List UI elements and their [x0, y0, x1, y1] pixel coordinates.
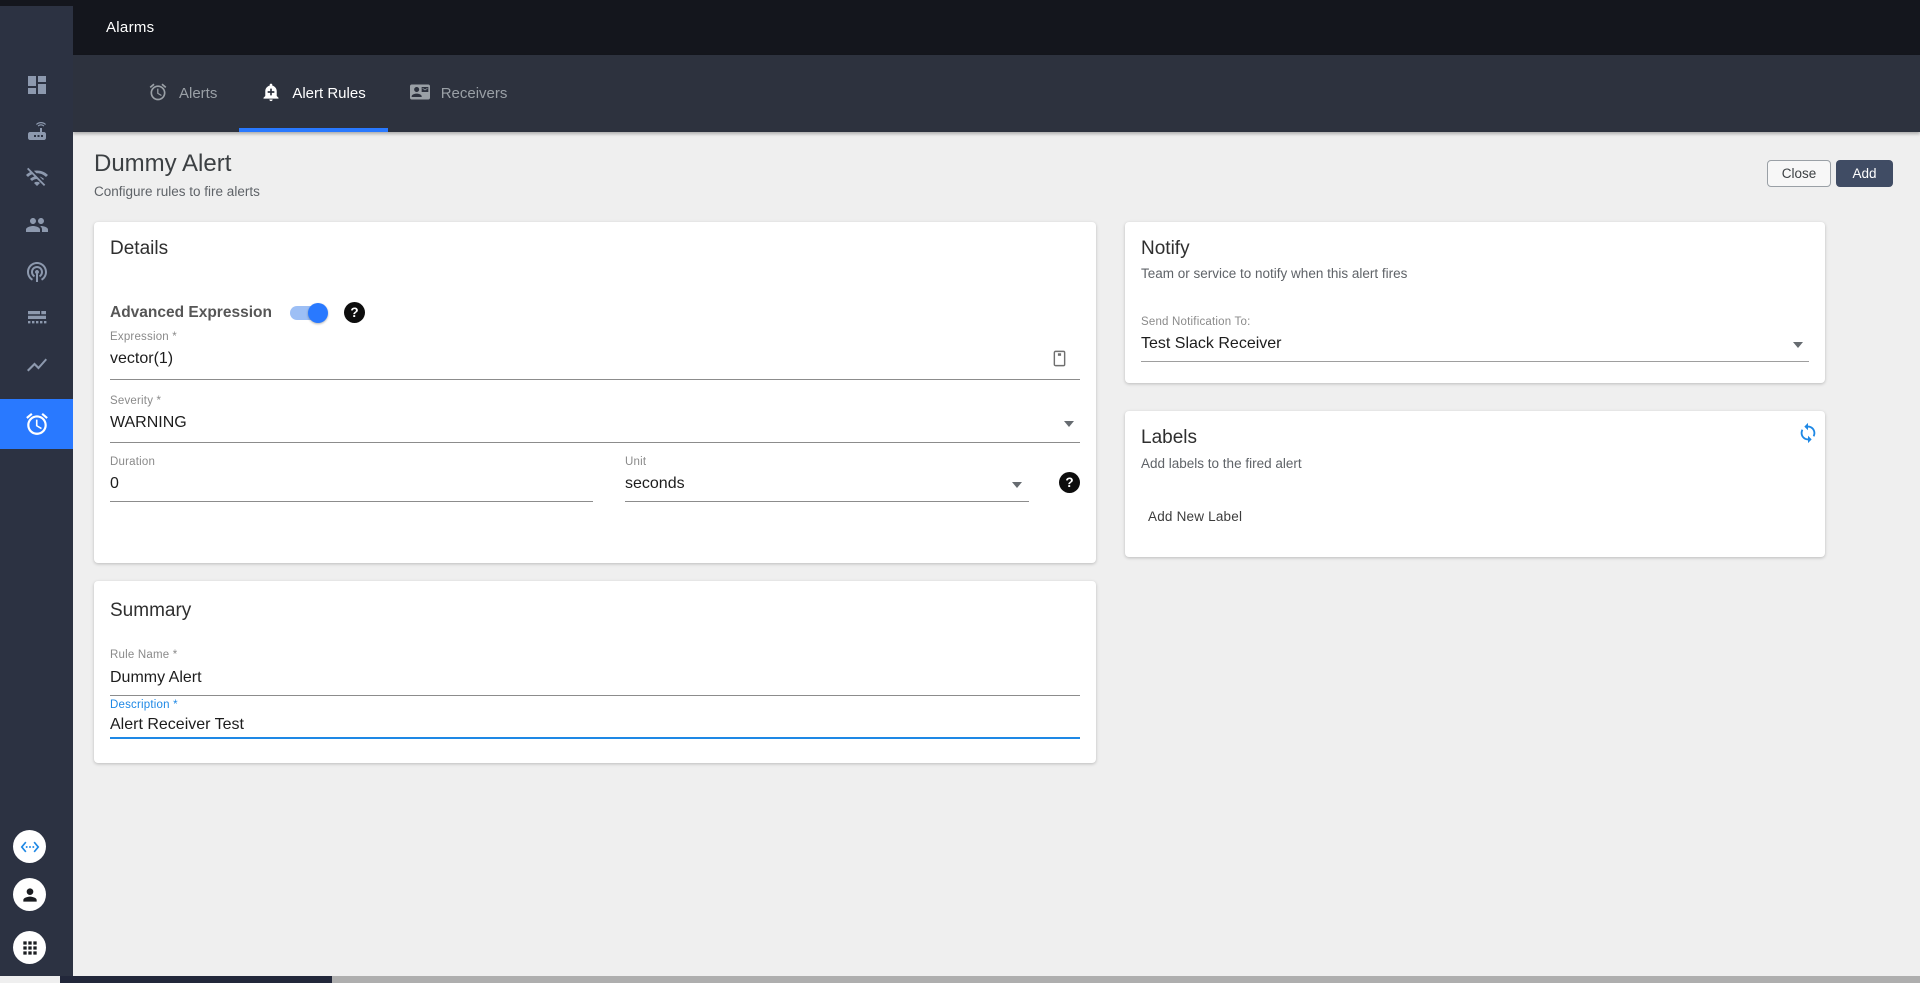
account-icon[interactable] — [13, 878, 46, 911]
tab-alerts[interactable]: Alerts — [126, 55, 239, 132]
receiver-select[interactable]: Test Slack Receiver — [1141, 335, 1282, 353]
notify-title: Notify — [1141, 238, 1190, 259]
tab-bar: Alerts Alert Rules Receivers — [73, 55, 1920, 132]
severity-label: Severity * — [110, 395, 162, 407]
tab-alerts-label: Alerts — [179, 85, 218, 102]
topbar: Alarms — [0, 0, 1920, 55]
rule-name-input[interactable]: Dummy Alert — [110, 669, 202, 687]
advanced-expression-toggle[interactable] — [289, 302, 328, 323]
sync-icon[interactable] — [1797, 422, 1819, 449]
duration-input[interactable]: 0 — [110, 475, 119, 493]
expression-label: Expression * — [110, 331, 177, 343]
unit-label: Unit — [625, 456, 647, 468]
severity-underline — [110, 442, 1080, 443]
apps-grid-icon[interactable] — [13, 931, 46, 964]
notify-subtitle: Team or service to notify when this aler… — [1141, 266, 1408, 281]
tab-alert-rules[interactable]: Alert Rules — [239, 55, 389, 132]
duration-underline — [110, 501, 593, 502]
sidebar — [0, 6, 73, 976]
severity-select[interactable]: WARNING — [110, 414, 187, 432]
add-button[interactable]: Add — [1836, 160, 1893, 187]
alarm-icon[interactable] — [0, 399, 73, 449]
users-icon[interactable] — [0, 201, 73, 249]
code-brackets-icon[interactable] — [13, 830, 46, 863]
severity-caret-icon[interactable] — [1064, 421, 1074, 427]
clipboard-icon[interactable] — [1050, 349, 1069, 373]
duration-label: Duration — [110, 456, 156, 468]
description-label: Description * — [110, 699, 178, 711]
unit-underline — [625, 501, 1029, 502]
description-underline-focused — [110, 737, 1080, 739]
tab-receivers[interactable]: Receivers — [388, 55, 530, 132]
page-title: Dummy Alert — [94, 150, 232, 177]
tab-alert-rules-label: Alert Rules — [292, 85, 366, 102]
rule-name-underline — [110, 695, 1080, 696]
bell-plus-icon — [261, 82, 281, 106]
close-button[interactable]: Close — [1767, 160, 1831, 187]
storage-rows-icon[interactable] — [0, 294, 73, 342]
labels-subtitle: Add labels to the fired alert — [1141, 456, 1302, 471]
duration-help-icon[interactable]: ? — [1059, 472, 1080, 493]
details-card: Details Advanced Expression ? Expression… — [94, 222, 1096, 563]
summary-title: Summary — [110, 600, 192, 621]
labels-card: Labels Add labels to the fired alert Add… — [1125, 411, 1825, 557]
podcasts-icon[interactable] — [0, 248, 73, 296]
horizontal-scrollbar-thumb[interactable] — [60, 976, 332, 983]
tab-receivers-label: Receivers — [440, 85, 508, 102]
summary-card: Summary Rule Name * Dummy Alert Descript… — [94, 581, 1096, 763]
notify-card: Notify Team or service to notify when th… — [1125, 222, 1825, 383]
unit-caret-icon[interactable] — [1012, 482, 1022, 488]
receiver-caret-icon[interactable] — [1793, 342, 1803, 348]
horizontal-scrollbar[interactable] — [60, 976, 1920, 983]
dashboard-icon[interactable] — [0, 61, 73, 109]
description-input[interactable]: Alert Receiver Test — [110, 716, 244, 734]
receiver-underline — [1141, 361, 1809, 362]
expression-underline — [110, 379, 1080, 380]
page-subtitle: Configure rules to fire alerts — [94, 184, 260, 199]
details-title: Details — [110, 238, 169, 259]
unit-select[interactable]: seconds — [625, 475, 685, 493]
expression-input[interactable]: vector(1) — [110, 350, 173, 368]
labels-title: Labels — [1141, 427, 1197, 448]
alarm-clock-icon — [148, 82, 168, 106]
app-title: Alarms — [106, 19, 155, 36]
wifi-off-icon[interactable] — [0, 154, 73, 202]
add-new-label-button[interactable]: Add New Label — [1138, 501, 1252, 532]
rule-name-label: Rule Name * — [110, 649, 178, 661]
advanced-expression-label: Advanced Expression — [110, 303, 272, 321]
router-icon[interactable] — [0, 107, 73, 155]
advanced-expression-help-icon[interactable]: ? — [343, 302, 365, 323]
send-notification-label: Send Notification To: — [1141, 316, 1251, 328]
contact-card-icon — [409, 82, 430, 106]
trend-chart-icon[interactable] — [0, 341, 73, 389]
app-window: Alarms Alerts Alert Rules Receivers Dumm… — [0, 0, 1920, 983]
